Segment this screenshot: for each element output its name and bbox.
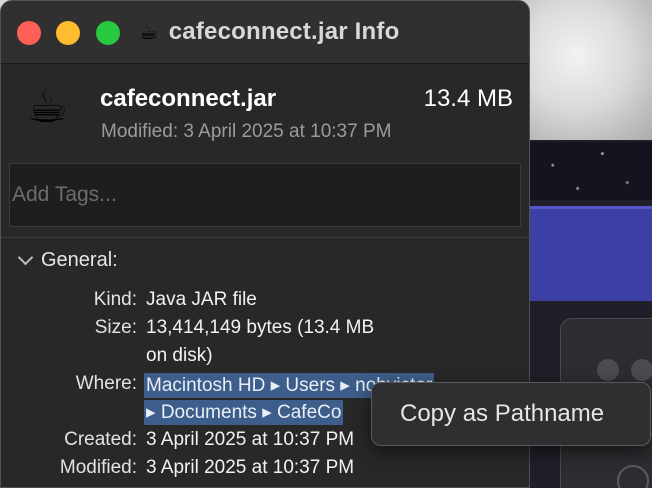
wallpaper-cloud <box>520 0 652 140</box>
created-label: Created: <box>64 429 137 450</box>
modified-label: Modified: <box>59 457 137 478</box>
copy-as-pathname-menu-item[interactable]: Copy as Pathname <box>378 391 644 437</box>
background-purple-panel <box>528 206 652 301</box>
tags-input[interactable] <box>10 164 520 226</box>
context-menu: Copy as Pathname <box>371 382 651 446</box>
section-divider <box>1 237 529 238</box>
file-name: cafeconnect.jar <box>100 85 277 112</box>
file-header: ☕ cafeconnect.jar 13.4 MB Modified: 3 Ap… <box>1 63 529 155</box>
java-coffee-icon[interactable]: ☕ <box>27 83 68 129</box>
kind-value: Java JAR file <box>146 289 257 310</box>
background-airdrop-icon <box>617 465 649 488</box>
modified-row: Modified: 3 April 2025 at 10:37 PM <box>1 457 521 481</box>
file-size: 13.4 MB <box>423 85 513 112</box>
zoom-button[interactable] <box>96 21 120 45</box>
general-section-toggle[interactable]: General: <box>17 247 118 273</box>
kind-row: Kind: Java JAR file <box>1 289 521 313</box>
background-starfield <box>528 142 652 200</box>
java-coffee-icon: ☕ <box>139 19 159 44</box>
modified-value: 3 April 2025 at 10:37 PM <box>146 457 355 478</box>
chevron-down-icon[interactable] <box>17 249 34 265</box>
size-value-continued: on disk) <box>146 345 213 366</box>
window-title: ☕ cafeconnect.jar Info <box>139 15 399 49</box>
tags-field[interactable] <box>9 163 521 227</box>
size-row: Size: 13,414,149 bytes (13.4 MB on disk) <box>1 317 521 369</box>
title-bar[interactable]: ☕ cafeconnect.jar Info <box>1 1 529 64</box>
size-label: Size: <box>94 317 137 338</box>
background-window-controls <box>597 359 652 381</box>
close-button[interactable] <box>17 21 41 45</box>
background-window-dot <box>631 359 652 381</box>
background-window-dot <box>597 359 619 381</box>
file-modified: Modified: 3 April 2025 at 10:37 PM <box>101 121 392 142</box>
minimize-button[interactable] <box>56 21 80 45</box>
where-path-continued[interactable]: ▸ Documents ▸ CafeCo <box>144 400 344 425</box>
where-label: Where: <box>75 373 137 394</box>
window-title-text: cafeconnect.jar Info <box>168 18 400 45</box>
kind-label: Kind: <box>93 289 137 310</box>
general-section-title: General: <box>41 248 118 271</box>
size-value: 13,414,149 bytes (13.4 MB <box>146 317 375 338</box>
created-value: 3 April 2025 at 10:37 PM <box>146 429 355 450</box>
